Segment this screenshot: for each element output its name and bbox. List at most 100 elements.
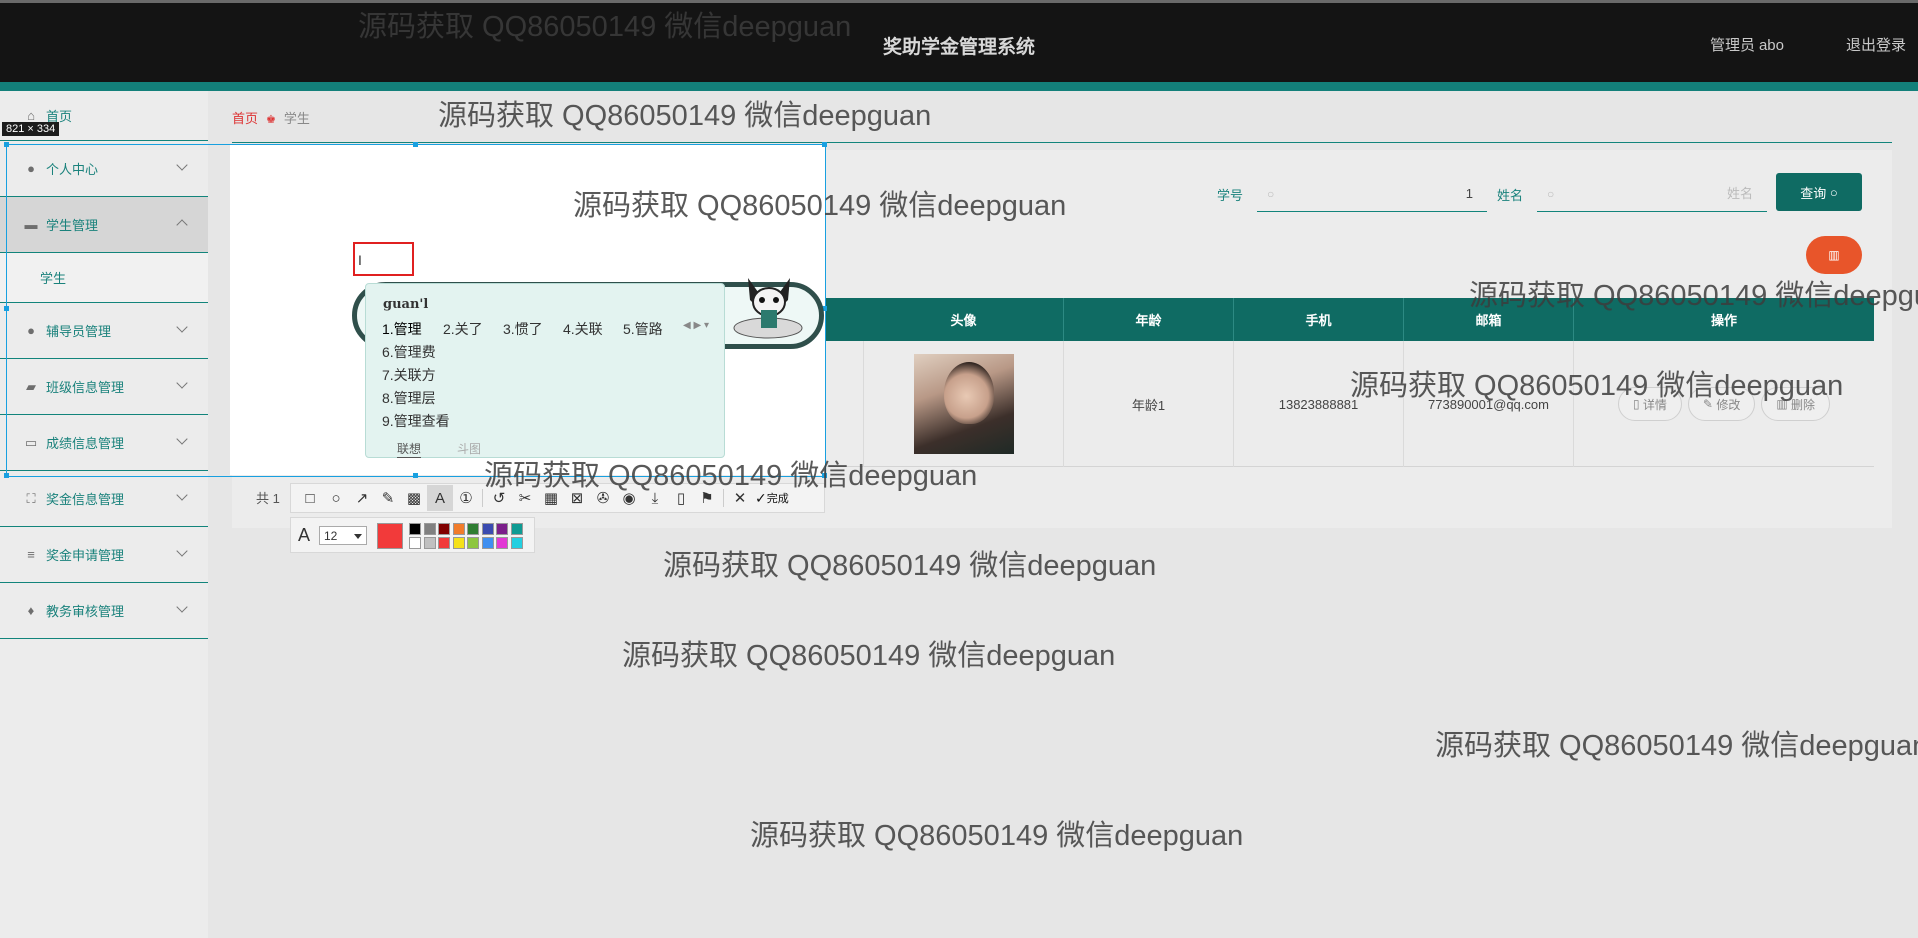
ellipse-tool-icon[interactable]: ○ — [323, 485, 349, 511]
resize-handle[interactable] — [4, 142, 9, 147]
color-swatch[interactable] — [510, 523, 523, 535]
breadcrumb-home[interactable]: 首页 — [232, 111, 258, 126]
color-swatch[interactable] — [452, 537, 465, 549]
ime-candidate[interactable]: 1.管理 — [382, 319, 422, 339]
font-icon: A — [298, 525, 311, 545]
color-swatch[interactable] — [409, 523, 421, 535]
expand-icon: ⛶ — [26, 490, 36, 506]
text-tool-icon[interactable]: A — [427, 485, 453, 511]
toolbar-divider — [482, 489, 483, 507]
undo-icon[interactable]: ↺ — [486, 485, 512, 511]
name-field[interactable]: ○ — [1537, 176, 1767, 212]
rectangle-tool-icon[interactable]: □ — [297, 485, 323, 511]
student-id-field[interactable]: ○ — [1257, 176, 1487, 212]
resize-handle[interactable] — [413, 142, 418, 147]
detail-button[interactable]: ▯ 详情 — [1617, 387, 1682, 421]
edit-button-label: 修改 — [1716, 397, 1741, 412]
arrow-tool-icon[interactable]: ↗ — [349, 485, 375, 511]
sidebar-item-scholarship-info[interactable]: ⛶ 奖金信息管理 — [0, 471, 208, 527]
resize-handle[interactable] — [413, 473, 418, 478]
chevron-down-icon — [176, 545, 188, 557]
record-icon[interactable]: ◉ — [616, 485, 642, 511]
ime-candidate[interactable]: 6.管理费 — [382, 342, 436, 362]
ime-candidate[interactable]: 8.管理层 — [382, 388, 436, 408]
breadcrumb-separator-icon: ♚ — [266, 114, 276, 126]
color-swatch[interactable] — [423, 523, 436, 535]
ime-candidate[interactable]: 7.关联方 — [382, 365, 436, 385]
close-icon[interactable]: ✕ — [727, 485, 753, 511]
sidebar-item-academic-review[interactable]: ♦ 教务审核管理 — [0, 583, 208, 639]
ime-tab-association[interactable]: 联想 — [397, 440, 422, 458]
text-cursor-icon: I — [358, 252, 362, 268]
mosaic-tool-icon[interactable]: ▩ — [401, 485, 427, 511]
done-button-label: 完成 — [766, 493, 789, 505]
column-header-actions: 操作 — [1710, 313, 1737, 328]
color-swatch[interactable] — [423, 537, 436, 549]
resize-handle[interactable] — [4, 473, 9, 478]
translate-icon[interactable]: ⊠ — [564, 485, 590, 511]
color-swatch[interactable] — [481, 537, 494, 549]
color-swatch[interactable] — [467, 523, 479, 535]
color-swatch[interactable] — [452, 523, 465, 535]
admin-label: 管理员 abo — [1710, 34, 1784, 55]
location-icon: ♦ — [27, 603, 35, 618]
row-email: 773890001@qq.com — [1404, 341, 1574, 467]
resize-handle[interactable] — [4, 306, 9, 311]
row-phone: 13823888881 — [1234, 341, 1404, 467]
pin-icon[interactable]: ✇ — [590, 485, 616, 511]
column-header-avatar: 头像 — [864, 298, 1064, 341]
ime-tab-stickers[interactable]: 斗图 — [457, 440, 481, 457]
batch-delete-button[interactable]: ▥ — [1806, 236, 1862, 274]
scissors-icon[interactable]: ✂ — [512, 485, 538, 511]
sidebar-item-label: 奖金信息管理 — [46, 492, 125, 507]
avatar — [913, 354, 1014, 454]
detail-button-label: 详情 — [1642, 397, 1667, 412]
list-icon: ≡ — [27, 547, 35, 562]
color-swatch[interactable] — [438, 523, 450, 535]
ime-page-arrows-icon[interactable]: ◀ ▶ ▾ — [683, 320, 709, 331]
row-actions: ▯ 详情 ✎ 修改 ▥ 删除 — [1574, 341, 1874, 467]
ime-candidate[interactable]: 2.关了 — [443, 319, 483, 339]
download-icon[interactable]: ⤓ — [642, 485, 668, 511]
color-swatch[interactable] — [496, 523, 508, 535]
student-id-input[interactable] — [1279, 176, 1487, 211]
phone-icon[interactable]: ▯ — [668, 485, 694, 511]
detail-icon: ▯ — [1632, 397, 1640, 411]
color-swatch[interactable] — [496, 537, 508, 549]
font-size-value: 12 — [324, 528, 338, 543]
current-color-swatch[interactable] — [377, 523, 403, 549]
edit-button[interactable]: ✎ 修改 — [1687, 387, 1756, 421]
ime-candidate[interactable]: 9.管理查看 — [382, 411, 450, 431]
color-swatch[interactable] — [510, 537, 523, 549]
ocr-icon[interactable]: ▦ — [538, 485, 564, 511]
font-size-select[interactable]: 12 — [319, 526, 367, 545]
ime-candidate[interactable]: 5.管路 — [623, 319, 663, 339]
ime-candidate[interactable]: 3.惯了 — [503, 319, 543, 339]
dropdown-arrow-icon — [354, 534, 362, 539]
query-button[interactable]: 查询 ○ — [1776, 173, 1862, 211]
bookmark-icon[interactable]: ⚑ — [694, 485, 720, 511]
sidebar-item-scholarship-apply[interactable]: ≡ 奖金申请管理 — [0, 527, 208, 583]
delete-button-label: 删除 — [1791, 397, 1816, 412]
color-swatch[interactable] — [438, 537, 450, 549]
delete-button[interactable]: ▥ 删除 — [1761, 387, 1831, 421]
logout-link[interactable]: 退出登录 — [1846, 34, 1906, 55]
ime-candidate[interactable]: 4.关联 — [563, 319, 603, 339]
number-tool-icon[interactable]: ① — [453, 485, 479, 511]
resize-handle[interactable] — [822, 142, 827, 147]
color-swatch[interactable] — [481, 523, 494, 535]
check-icon: ✓ — [755, 489, 767, 506]
pen-tool-icon[interactable]: ✎ — [375, 485, 401, 511]
color-swatch[interactable] — [467, 537, 479, 549]
done-button[interactable]: ✓ 完成 — [755, 490, 789, 507]
column-header-age: 年龄 — [1064, 298, 1234, 341]
row-avatar-cell — [864, 341, 1064, 467]
color-swatch[interactable] — [409, 537, 421, 549]
trash-icon: ▥ — [1828, 248, 1840, 262]
top-bar-accent — [0, 82, 1918, 91]
text-annotation-box[interactable] — [353, 242, 414, 276]
name-input[interactable] — [1559, 176, 1767, 211]
chevron-down-icon — [176, 601, 188, 613]
ime-pinyin: guan'l — [383, 297, 429, 312]
resize-handle[interactable] — [822, 473, 827, 478]
